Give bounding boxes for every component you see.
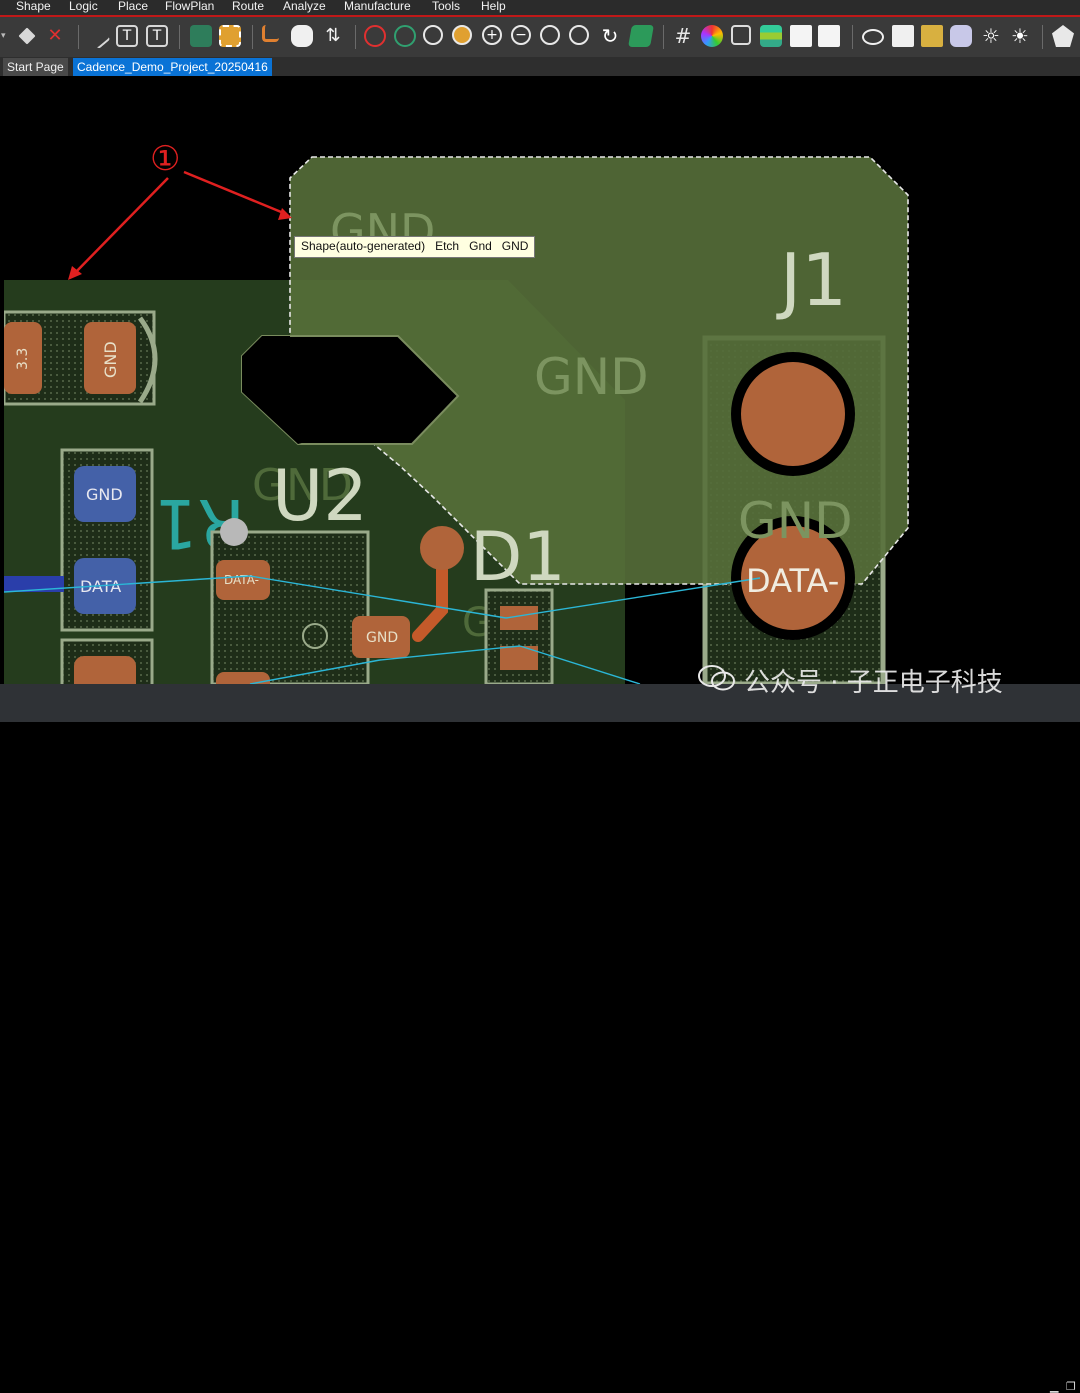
- add-text-icon[interactable]: T: [116, 25, 138, 47]
- menu-tools[interactable]: Tools: [432, 0, 460, 14]
- dehighlight-icon[interactable]: ☀: [1009, 25, 1031, 47]
- menu-bar: Shape Logic Place FlowPlan Route Analyze…: [0, 0, 1080, 17]
- layer-icon[interactable]: [731, 25, 751, 45]
- toolbar-separator: [179, 25, 180, 49]
- menu-place[interactable]: Place: [118, 0, 148, 14]
- edit-text-icon[interactable]: T: [146, 25, 168, 47]
- drc-icon[interactable]: [364, 25, 386, 47]
- shape-icon[interactable]: [1052, 25, 1074, 47]
- restore-icon[interactable]: ❐: [1066, 1380, 1076, 1393]
- pcb-canvas[interactable]: GND GND GND GND GND J1 U2 D1 R1 3.3 GND …: [4, 76, 1080, 684]
- swap-pins-icon[interactable]: ⇅: [322, 25, 344, 47]
- j1-pin1-pad[interactable]: [741, 362, 845, 466]
- unpin-icon[interactable]: ✕: [44, 25, 66, 47]
- wechat-logo-icon: [698, 665, 735, 691]
- toolbar-separator: [663, 25, 664, 49]
- redraw-icon[interactable]: ↻: [599, 25, 621, 47]
- pin-icon[interactable]: [18, 27, 36, 45]
- menu-help[interactable]: Help: [481, 0, 506, 14]
- toolbar-separator: [78, 25, 79, 49]
- zoom-center-icon[interactable]: [569, 25, 589, 45]
- menu-analyze[interactable]: Analyze: [283, 0, 326, 14]
- watermark-text: 公众号 · 子正电子科技: [744, 668, 1003, 698]
- highlight-icon[interactable]: [950, 25, 972, 47]
- via-r1[interactable]: [220, 518, 248, 546]
- visibility-icon[interactable]: [862, 29, 884, 45]
- u2-footprint: [210, 530, 370, 684]
- pad-label-gnd: GND: [101, 341, 120, 378]
- net-label-gnd: GND: [534, 348, 649, 406]
- toolbar-separator: [852, 25, 853, 49]
- menu-manufacture[interactable]: Manufacture: [344, 0, 411, 14]
- shadow-icon[interactable]: ☼: [980, 25, 1002, 47]
- stackup-icon[interactable]: [760, 25, 782, 47]
- add-line-icon[interactable]: [87, 25, 111, 50]
- tab-project[interactable]: Cadence_Demo_Project_20250416: [73, 58, 272, 76]
- menu-shape[interactable]: Shape: [16, 0, 51, 14]
- report-icon[interactable]: [790, 25, 812, 47]
- pad-label-gnd: GND: [366, 630, 398, 646]
- annotation-marker: ①: [150, 139, 180, 179]
- annotation-arrow: [183, 170, 287, 216]
- chip-icon[interactable]: [219, 25, 241, 47]
- refdes-u2: U2: [272, 455, 368, 537]
- pad-label-gnd: GND: [86, 485, 123, 504]
- hover-tooltip: Shape(auto-generated) Etch Gnd GND: [294, 236, 536, 258]
- minimize-icon[interactable]: ▁: [1050, 1380, 1058, 1393]
- toolbar-separator: [1042, 25, 1043, 49]
- zoom-previous-icon[interactable]: [452, 25, 472, 45]
- route-icon[interactable]: [262, 25, 279, 42]
- zoom-world-icon[interactable]: [540, 25, 560, 45]
- menu-flowplan[interactable]: FlowPlan: [165, 0, 214, 14]
- measure-icon[interactable]: [921, 25, 943, 47]
- annotation-arrow: [71, 177, 169, 277]
- board-view[interactable]: GND GND GND GND GND J1 U2 D1 R1 3.3 GND …: [4, 76, 1080, 684]
- pad-label-3v3: 3.3: [15, 348, 31, 370]
- menu-logic[interactable]: Logic: [69, 0, 98, 14]
- grid-icon[interactable]: #: [672, 25, 694, 47]
- via-d1[interactable]: [420, 526, 464, 570]
- pad-label-data-minus: DATA-: [746, 562, 839, 600]
- refdes-d1: D1: [470, 518, 566, 597]
- zoom-in-icon[interactable]: +: [482, 25, 502, 45]
- place-component-icon[interactable]: [190, 25, 212, 47]
- menu-route[interactable]: Route: [232, 0, 264, 14]
- refdes-j1: J1: [776, 238, 847, 322]
- zoom-out-icon[interactable]: −: [511, 25, 531, 45]
- zoom-out-fit-icon[interactable]: [423, 25, 443, 45]
- toolbar-overflow-icon[interactable]: ▾: [1, 31, 6, 41]
- net-icon[interactable]: [394, 25, 416, 47]
- document-tabs: Start Page Cadence_Demo_Project_20250416: [0, 57, 1080, 76]
- settings-icon[interactable]: [818, 25, 840, 47]
- toolbar-separator: [355, 25, 356, 49]
- net-label-gnd: GND: [738, 492, 853, 550]
- pad-lower[interactable]: [74, 656, 136, 684]
- color-icon[interactable]: [701, 25, 723, 47]
- toolbar: ▾ ✕ T T ⇅ + − ↻ # ☼ ☀: [0, 17, 1080, 57]
- pad-label-data-minus: DATA-: [224, 573, 259, 587]
- slide-icon[interactable]: [291, 25, 313, 47]
- tab-start-page[interactable]: Start Page: [3, 58, 68, 76]
- toolbar-separator: [252, 25, 253, 49]
- 3d-view-icon[interactable]: [628, 25, 654, 47]
- info-icon[interactable]: [892, 25, 914, 47]
